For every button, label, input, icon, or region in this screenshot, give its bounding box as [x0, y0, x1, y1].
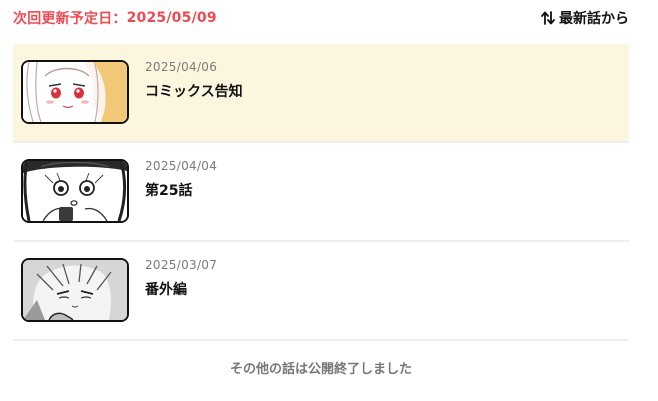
episode-thumbnail [21, 258, 129, 322]
manga-boy-thumbnail [23, 260, 127, 320]
episode-date: 2025/04/04 [145, 159, 218, 173]
episode-item[interactable]: 2025/03/07 番外編 [13, 242, 629, 341]
episode-thumbnail [21, 60, 129, 124]
episode-title: 番外編 [145, 282, 187, 298]
episode-meta: 2025/04/06 コミックス告知 [145, 59, 243, 101]
sort-arrows-icon [540, 10, 556, 26]
next-update-date: 2025/05/09 [126, 10, 217, 26]
sort-order-button[interactable]: 最新話から [540, 8, 629, 28]
episode-item[interactable]: 2025/04/06 コミックス告知 [13, 44, 629, 143]
episode-list: 2025/04/06 コミックス告知 2025/04/04 第25話 2025/… [13, 44, 629, 341]
episode-thumbnail [21, 159, 129, 223]
header: 次回更新予定日： 2025/05/09 最新話から [13, 0, 629, 36]
manga-girl-surprised-thumbnail [23, 161, 127, 221]
episode-meta: 2025/03/07 番外編 [145, 257, 217, 299]
next-update-info: 次回更新予定日： 2025/05/09 [13, 8, 217, 28]
episode-title: コミックス告知 [145, 84, 243, 100]
episode-date: 2025/03/07 [145, 258, 218, 272]
next-update-label: 次回更新予定日： [13, 11, 127, 27]
footer-note: その他の話は公開終了しました [229, 362, 412, 377]
manga-girl-red-eyes-thumbnail [23, 62, 127, 122]
episode-meta: 2025/04/04 第25話 [145, 158, 217, 200]
episode-date: 2025/04/06 [145, 60, 218, 74]
sort-label: 最新話から [559, 11, 629, 27]
episode-title: 第25話 [145, 183, 193, 199]
episode-item[interactable]: 2025/04/04 第25話 [13, 143, 629, 242]
